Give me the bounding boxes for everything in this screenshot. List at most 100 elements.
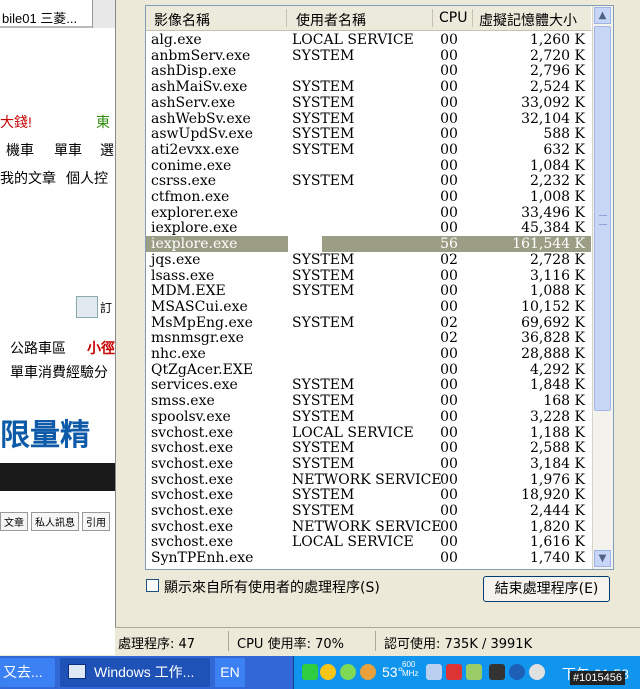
column-image-name[interactable]: 影像名稱 bbox=[154, 10, 210, 30]
process-row[interactable]: ati2evxx.exe SYSTEM 00 632 K bbox=[146, 142, 591, 158]
process-row[interactable]: ashMaiSv.exe SYSTEM 00 2,524 K bbox=[146, 79, 591, 95]
column-cpu[interactable]: CPU bbox=[439, 10, 467, 26]
process-list-scrollbar[interactable]: ▲ ▼ bbox=[592, 6, 613, 569]
process-memory: 2,796 K bbox=[530, 63, 585, 80]
process-row[interactable]: ashDisp.exe 00 2,796 K bbox=[146, 63, 591, 79]
process-row[interactable]: ashWebSv.exe SYSTEM 00 32,104 K bbox=[146, 111, 591, 127]
process-name: SynTPEnh.exe bbox=[151, 550, 254, 567]
process-row[interactable]: svchost.exe SYSTEM 00 2,588 K bbox=[146, 440, 591, 456]
nav-more-link[interactable]: 選 bbox=[100, 140, 114, 160]
highway-area-link[interactable]: 公路車區 bbox=[10, 338, 66, 358]
process-row[interactable]: services.exe SYSTEM 00 1,848 K bbox=[146, 377, 591, 393]
bike-cost-link[interactable]: 單車消費經驗分 bbox=[10, 362, 108, 382]
process-user: SYSTEM bbox=[292, 141, 355, 158]
smiley-icon[interactable] bbox=[320, 664, 336, 680]
process-memory: 2,588 K bbox=[530, 440, 585, 457]
process-memory: 45,384 K bbox=[521, 220, 585, 237]
process-row[interactable]: aswUpdSv.exe SYSTEM 00 588 K bbox=[146, 126, 591, 142]
process-memory: 2,524 K bbox=[530, 79, 585, 96]
column-divider[interactable] bbox=[432, 9, 433, 27]
process-name: MDM.EXE bbox=[151, 283, 226, 300]
process-cpu: 00 bbox=[440, 141, 458, 158]
nav-bicycle-link[interactable]: 單車 bbox=[54, 140, 82, 160]
process-row[interactable]: anbmServ.exe SYSTEM 00 2,720 K bbox=[146, 48, 591, 64]
process-row[interactable]: msnmsgr.exe 02 36,828 K bbox=[146, 330, 591, 346]
shield-icon[interactable] bbox=[529, 664, 545, 680]
language-indicator[interactable]: EN bbox=[215, 658, 245, 687]
column-divider[interactable] bbox=[286, 9, 287, 27]
process-row[interactable]: svchost.exe LOCAL SERVICE 00 1,616 K bbox=[146, 534, 591, 550]
antivirus-icon[interactable] bbox=[466, 664, 482, 680]
process-row[interactable]: MsMpEng.exe SYSTEM 02 69,692 K bbox=[146, 315, 591, 331]
process-row[interactable]: nhc.exe 00 28,888 K bbox=[146, 346, 591, 362]
quote-button[interactable]: 引用 bbox=[82, 512, 110, 531]
nav-motorcycle-link[interactable]: 機車 bbox=[6, 140, 34, 160]
personal-control-link[interactable]: 個人控 bbox=[66, 168, 108, 188]
network-icon[interactable] bbox=[426, 664, 442, 680]
process-cpu: 00 bbox=[440, 471, 458, 488]
process-memory: 1,848 K bbox=[530, 377, 585, 394]
process-cpu: 00 bbox=[440, 503, 458, 519]
process-cpu: 00 bbox=[440, 47, 458, 64]
process-row-selected[interactable]: iexplore.exe 56 161,544 K bbox=[146, 236, 591, 253]
process-row[interactable]: csrss.exe SYSTEM 00 2,232 K bbox=[146, 173, 591, 189]
process-row[interactable]: explorer.exe 00 33,496 K bbox=[146, 205, 591, 221]
process-row[interactable]: svchost.exe SYSTEM 00 3,184 K bbox=[146, 456, 591, 472]
end-process-button[interactable]: 結束處理程序(E) bbox=[483, 576, 610, 602]
process-row[interactable]: SynTPEnh.exe 00 1,740 K bbox=[146, 550, 591, 566]
update-icon[interactable] bbox=[509, 664, 525, 680]
taskbar-item-task-manager[interactable]: Windows 工作... bbox=[60, 658, 210, 687]
process-row[interactable]: lsass.exe SYSTEM 00 3,116 K bbox=[146, 268, 591, 284]
process-user: SYSTEM bbox=[292, 487, 355, 504]
article-button[interactable]: 文章 bbox=[0, 512, 28, 531]
process-row[interactable]: ctfmon.exe 00 1,008 K bbox=[146, 189, 591, 205]
process-row[interactable]: QtZgAcer.EXE 00 4,292 K bbox=[146, 362, 591, 378]
network-disconnected-icon[interactable] bbox=[446, 664, 462, 680]
process-name: aswUpdSv.exe bbox=[151, 126, 253, 143]
process-row[interactable]: spoolsv.exe SYSTEM 00 3,228 K bbox=[146, 409, 591, 425]
process-row[interactable]: svchost.exe NETWORK SERVICE 00 1,820 K bbox=[146, 519, 591, 535]
column-divider[interactable] bbox=[472, 9, 473, 27]
process-row[interactable]: conime.exe 00 1,084 K bbox=[146, 158, 591, 174]
process-name: svchost.exe bbox=[151, 471, 234, 488]
small-wheel-link[interactable]: 小徑 bbox=[87, 338, 115, 358]
show-all-users-checkbox[interactable] bbox=[146, 579, 159, 592]
my-articles-link[interactable]: 我的文章 bbox=[0, 168, 56, 188]
process-row[interactable]: alg.exe LOCAL SERVICE 00 1,260 K bbox=[146, 32, 591, 48]
process-row[interactable]: iexplore.exe 00 45,384 K bbox=[146, 220, 591, 236]
process-user: LOCAL SERVICE bbox=[292, 424, 414, 441]
browser-tab[interactable]: bile01 三菱... bbox=[0, 0, 100, 28]
process-cpu: 00 bbox=[440, 189, 458, 205]
scrollbar-thumb[interactable] bbox=[594, 26, 611, 411]
display-icon[interactable] bbox=[489, 664, 505, 680]
column-virtual-memory[interactable]: 虛擬記憶體大小 bbox=[479, 10, 577, 30]
process-row[interactable]: MDM.EXE SYSTEM 00 1,088 K bbox=[146, 283, 591, 299]
taskbar-item-browser[interactable]: 又去... bbox=[0, 658, 55, 687]
process-cpu: 00 bbox=[440, 204, 458, 221]
scroll-up-arrow-icon[interactable]: ▲ bbox=[594, 7, 611, 24]
cpu-gauge-icon[interactable] bbox=[360, 664, 376, 680]
green-status-icon[interactable] bbox=[302, 664, 318, 680]
scroll-down-arrow-icon[interactable]: ▼ bbox=[594, 550, 611, 567]
process-row[interactable]: ashServ.exe SYSTEM 00 33,092 K bbox=[146, 95, 591, 111]
task-manager-window: 影像名稱 使用者名稱 CPU 虛擬記憶體大小 alg.exe LOCAL SERV… bbox=[115, 0, 640, 656]
process-user: SYSTEM bbox=[292, 440, 355, 457]
process-row[interactable]: svchost.exe LOCAL SERVICE 00 1,188 K bbox=[146, 425, 591, 441]
private-message-button[interactable]: 私人訊息 bbox=[31, 512, 79, 531]
process-row[interactable]: MSASCui.exe 00 10,152 K bbox=[146, 299, 591, 315]
column-user-name[interactable]: 使用者名稱 bbox=[296, 10, 366, 30]
process-row[interactable]: jqs.exe SYSTEM 02 2,728 K bbox=[146, 252, 591, 268]
process-cpu: 00 bbox=[440, 173, 458, 190]
process-memory: 32,104 K bbox=[521, 110, 585, 127]
show-all-users-label[interactable]: 顯示來自所有使用者的處理程序(S) bbox=[164, 577, 380, 597]
browser-tab-next[interactable] bbox=[92, 0, 115, 28]
subscribe-icon[interactable] bbox=[76, 296, 98, 318]
process-user: NETWORK SERVICE bbox=[292, 518, 442, 535]
process-row[interactable]: svchost.exe SYSTEM 00 2,444 K bbox=[146, 503, 591, 519]
process-row[interactable]: svchost.exe NETWORK SERVICE 00 1,976 K bbox=[146, 472, 591, 488]
msn-messenger-icon[interactable] bbox=[340, 664, 356, 680]
process-row[interactable]: smss.exe SYSTEM 00 168 K bbox=[146, 393, 591, 409]
process-row[interactable]: svchost.exe SYSTEM 00 18,920 K bbox=[146, 487, 591, 503]
process-name: lsass.exe bbox=[151, 267, 215, 284]
process-list[interactable]: 影像名稱 使用者名稱 CPU 虛擬記憶體大小 alg.exe LOCAL SERV… bbox=[145, 5, 614, 570]
